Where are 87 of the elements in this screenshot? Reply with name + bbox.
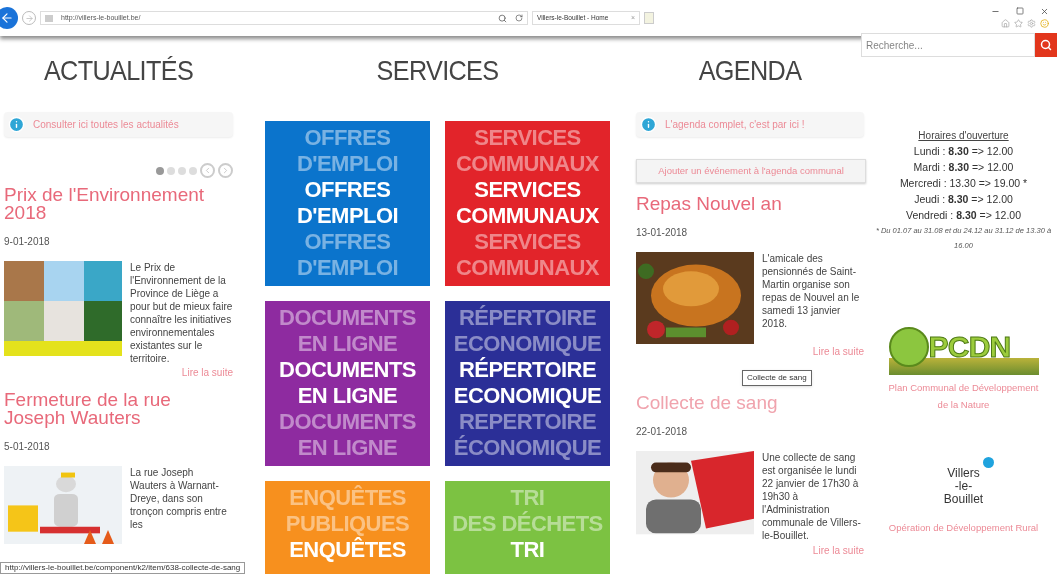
tile-label: SERVICES: [474, 177, 581, 203]
article-title[interactable]: Repas Nouvel an: [636, 195, 864, 213]
article-date: 13-01-2018: [636, 226, 689, 240]
read-more-link[interactable]: Lire la suite: [812, 346, 864, 357]
article-date: 9-01-2018: [4, 235, 51, 249]
search-icon: [1040, 39, 1052, 51]
search-button[interactable]: [1035, 33, 1057, 57]
tile-echo-text: SERVICES: [474, 125, 581, 151]
opening-hours-row-text: Jeudi : 8.30 => 12.00: [914, 192, 1013, 207]
service-tile[interactable]: OFFRES D'EMPLOI OFFRES D'EMPLOI OFFRES D'EMPLOI: [265, 121, 430, 286]
tile-label: TRI: [510, 537, 545, 563]
tile-echo-text: SERVICES: [474, 229, 581, 255]
tile-echo-text: REPERTOIRE: [458, 409, 597, 435]
section-heading: AGENDA: [697, 54, 803, 88]
info-bar[interactable]: L'agenda complet, c'est par ici !: [636, 112, 864, 137]
tile-echo-text: ÉCONOMIQUE: [453, 435, 602, 461]
service-tile[interactable]: TRI DES DÉCHETS TRI: [445, 481, 610, 574]
tile-label: RÉPERTOIRE: [458, 357, 597, 383]
tile-label: ENQUÊTES: [289, 537, 406, 563]
chevron-left-icon: [203, 166, 212, 175]
article-title[interactable]: Prix de l'Environnement 2018: [4, 186, 233, 222]
new-tab-button[interactable]: [644, 12, 654, 24]
article-text: La rue Joseph Wauters à Warnant-Dreye, dans son tronçon compris entre les: [130, 466, 228, 531]
tile-echo-text: DOCUMENTS: [279, 305, 416, 331]
tile-label: OFFRES: [304, 177, 391, 203]
tooltip: Collecte de sang: [742, 370, 812, 386]
tile-echo-text: OFFRES: [304, 125, 391, 151]
article-text: Une collecte de sang est organisée le lundi 22 janvier de 17h30 à 19h30 à l'Administration communale de Villers-le-Bouillet.: [762, 451, 862, 542]
next-button[interactable]: [218, 163, 233, 178]
read-more-link[interactable]: Lire la suite: [812, 545, 864, 556]
info-icon: [8, 116, 25, 133]
chevron-right-icon: [221, 166, 230, 175]
tile-echo-text: RÉPERTOIRE: [458, 305, 597, 331]
search-field[interactable]: Recherche...: [861, 33, 1035, 57]
service-tile[interactable]: SERVICES COMMUNAUX SERVICES COMMUNAUX SERVICES COMMUNAUX: [445, 121, 610, 286]
service-tile[interactable]: ENQUÊTES PUBLIQUES ENQUÊTES: [265, 481, 430, 574]
tile-label: EN LIGNE: [297, 383, 398, 409]
tile-echo-text: COMMUNAUX: [456, 255, 599, 281]
partner-caption[interactable]: Plan Communal de Développement de la Nature: [888, 379, 1039, 413]
badge-icon: [982, 457, 994, 468]
status-bar-url: http://villers-le-bouillet.be/component/k2/item/638-collecte-de-sang: [0, 562, 246, 574]
article-text: L'amicale des pensionnés de Saint-Martin organise son repas de Nouvel an le samedi 13 janvier 2018.: [762, 252, 861, 330]
back-button[interactable]: [0, 7, 18, 29]
tile-echo-text: TRI: [510, 485, 545, 511]
info-icon: [640, 116, 657, 133]
tile-echo-text: DES DÉCHETS: [452, 511, 603, 537]
article-text: Le Prix de l'Environnement de la Province de Liège a pour but de mieux faire connaître les initiatives environnementales existantes sur le territoire.: [130, 261, 233, 365]
article-title[interactable]: Collecte de sang: [636, 394, 864, 412]
tile-echo-text: DOCUMENTS: [279, 409, 416, 435]
search-icon[interactable]: [498, 13, 507, 23]
info-bar[interactable]: Consulter ici toutes les actualités: [4, 112, 233, 137]
tile-echo-text: D'EMPLOI: [296, 151, 399, 177]
tile-label: DOCUMENTS: [279, 357, 416, 383]
tile-label: D'EMPLOI: [296, 203, 399, 229]
article-date: 22-01-2018: [636, 425, 689, 439]
back-arrow-icon: [0, 11, 14, 25]
section-heading: SERVICES: [375, 54, 500, 88]
service-tile[interactable]: RÉPERTOIRE ECONOMIQUE RÉPERTOIRE ECONOMIQUE REPERTOIRE ÉCONOMIQUE: [445, 301, 610, 466]
tile-echo-text: EN LIGNE: [297, 331, 398, 357]
opening-hours-title: Horaires d'ouverture: [918, 129, 1009, 143]
maximize-icon[interactable]: [1016, 6, 1024, 15]
tile-label: COMMUNAUX: [456, 203, 599, 229]
tile-echo-text: EN LIGNE: [297, 435, 398, 461]
opening-hours-row-text: Lundi : 8.30 => 12.00: [913, 144, 1014, 159]
tile-label: ECONOMIQUE: [453, 383, 602, 409]
opening-hours-row-text: Vendredi : 8.30 => 12.00: [906, 208, 1021, 223]
forward-arrow-icon: [24, 13, 34, 23]
tile-echo-text: OFFRES: [304, 229, 391, 255]
add-event-button[interactable]: Ajouter un événement à l'agenda communal: [636, 159, 866, 183]
star-icon[interactable]: [1014, 18, 1023, 28]
opening-hours-row-text: Mardi : 8.30 => 12.00: [913, 160, 1014, 175]
previous-button[interactable]: [200, 163, 215, 178]
opening-hours-row-text: Mercredi : 13.30 => 19.00 *: [899, 176, 1028, 191]
section-heading: ACTUALITÉS: [42, 54, 195, 88]
tile-echo-text: D'EMPLOI: [296, 255, 399, 281]
article-date: 5-01-2018: [4, 440, 51, 454]
villers-logo[interactable]: Villers -le- Bouillet: [933, 457, 994, 515]
tile-echo-text: PUBLIQUES: [285, 511, 410, 537]
close-icon[interactable]: [1040, 6, 1049, 16]
read-more-link[interactable]: Lire la suite: [181, 367, 233, 378]
partner-caption[interactable]: Opération de Développement Rural: [888, 519, 1039, 536]
tile-echo-text: ECONOMIQUE: [453, 331, 602, 357]
tile-echo-text: COMMUNAUX: [456, 151, 599, 177]
tile-echo-text: ENQUÊTES: [289, 485, 406, 511]
refresh-icon[interactable]: [515, 14, 523, 22]
article-title[interactable]: Fermeture de la rue Joseph Wauters: [4, 391, 233, 427]
service-tile[interactable]: DOCUMENTS EN LIGNE DOCUMENTS EN LIGNE DOCUMENTS EN LIGNE: [265, 301, 430, 466]
